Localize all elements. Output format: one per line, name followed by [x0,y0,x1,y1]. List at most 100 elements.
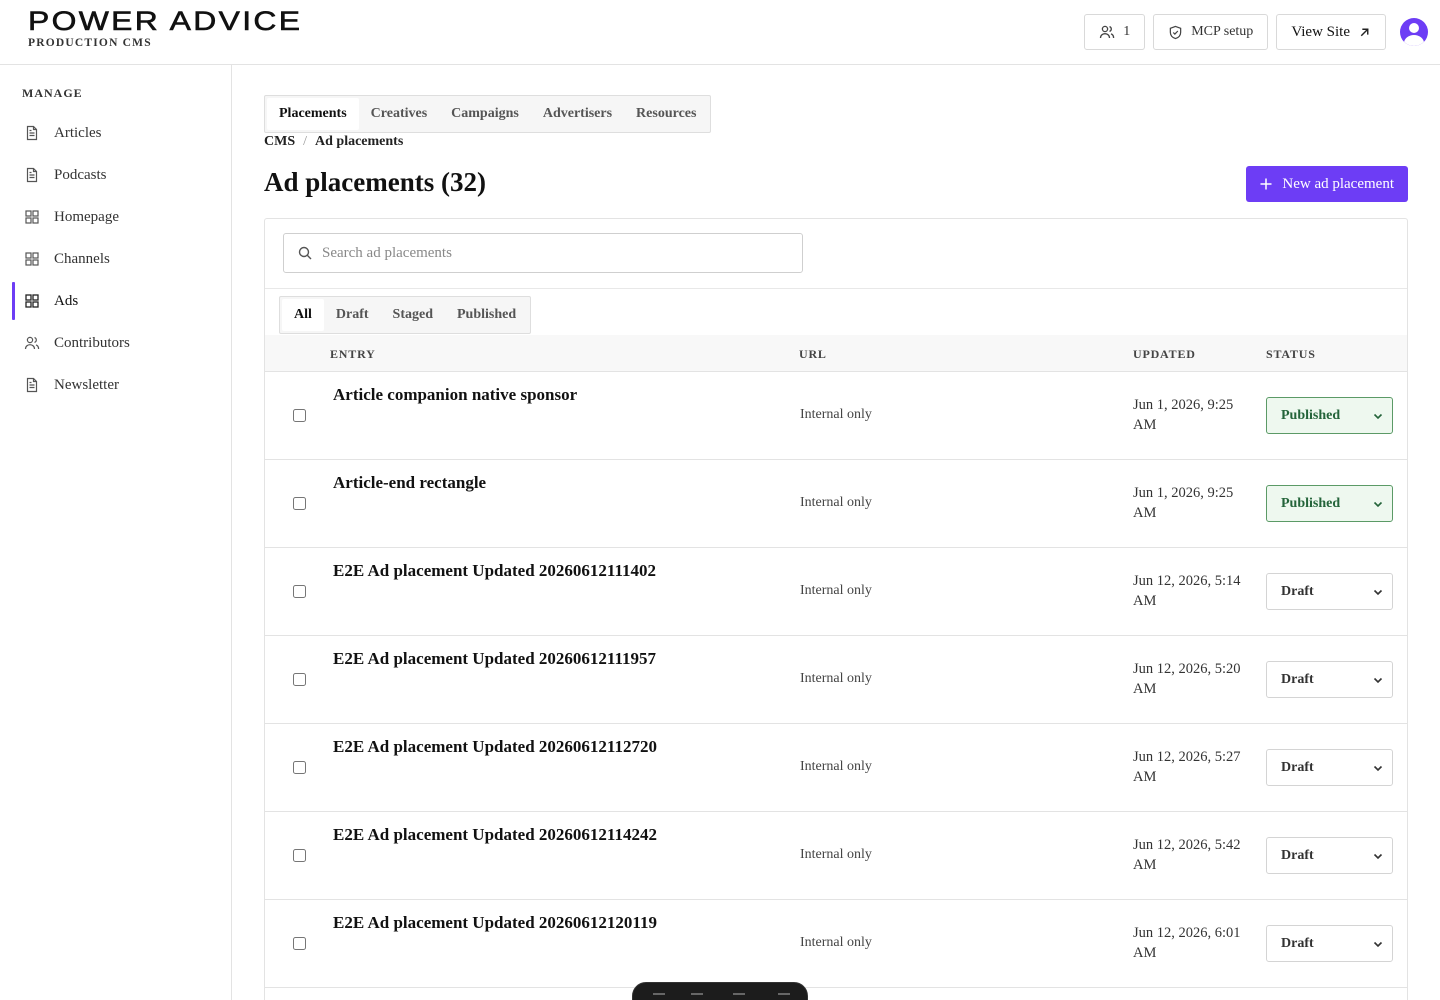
sidebar-heading: MANAGE [22,86,83,100]
table-row[interactable]: Article companion native sponsor Interna… [265,372,1407,460]
tab-resources[interactable]: Resources [624,98,708,130]
placements-panel: All Draft Staged Published ENTRY URL UPD… [264,218,1408,1000]
table-row[interactable]: E2E Ad placement Updated 20260612111402 … [265,548,1407,636]
avatar[interactable] [1400,18,1428,46]
sidebar-item-label: Homepage [54,208,119,225]
entry-url: Internal only [800,407,872,422]
tab-creatives[interactable]: Creatives [359,98,440,130]
status-value: Published [1281,495,1341,511]
breadcrumb: CMS / Ad placements [264,134,403,150]
entry-updated: Jun 12, 2026, 5:20 AM [1133,661,1241,697]
sidebar-item-channels[interactable]: Channels [12,238,220,280]
status-value: Draft [1281,935,1314,951]
entry-title[interactable]: Article-end rectangle [333,473,486,493]
search-input[interactable] [322,244,762,262]
entry-updated: Jun 12, 2026, 5:27 AM [1133,749,1241,785]
row-checkbox[interactable] [293,937,306,950]
status-select[interactable]: Draft [1266,661,1393,698]
sidebar-item-articles[interactable]: Articles [12,112,220,154]
tab-placements[interactable]: Placements [267,98,359,130]
status-select[interactable]: Draft [1266,925,1393,962]
status-select[interactable]: Draft [1266,837,1393,874]
column-header-status[interactable]: STATUS [1266,347,1316,362]
row-checkbox[interactable] [293,673,306,686]
logo-text: POWER ADVICE [28,6,303,36]
entry-updated: Jun 12, 2026, 6:01 AM [1133,925,1241,961]
row-checkbox[interactable] [293,497,306,510]
column-header-entry[interactable]: ENTRY [330,347,376,362]
breadcrumb-separator: / [303,134,308,149]
entry-title[interactable]: Article companion native sponsor [333,385,577,405]
column-header-url[interactable]: URL [799,347,827,362]
sidebar-item-label: Podcasts [54,166,107,183]
new-ad-placement-button[interactable]: New ad placement [1246,166,1408,202]
chevron-down-icon [1373,413,1383,420]
status-select[interactable]: Draft [1266,749,1393,786]
filter-staged[interactable]: Staged [381,299,445,331]
logo[interactable]: POWER ADVICE PRODUCTION CMS [28,7,301,49]
entry-title[interactable]: E2E Ad placement Updated 20260612114242 [333,825,657,845]
table-body: Article companion native sponsor Interna… [265,372,1407,988]
view-site-button[interactable]: View Site [1276,14,1386,50]
row-checkbox[interactable] [293,585,306,598]
chevron-down-icon [1373,501,1383,508]
row-checkbox[interactable] [293,761,306,774]
sidebar-item-contributors[interactable]: Contributors [12,322,220,364]
search-field[interactable] [283,233,803,273]
toolbar-tool[interactable] [778,993,790,1000]
column-header-updated[interactable]: UPDATED [1133,347,1196,362]
filter-all[interactable]: All [282,299,324,331]
grid-icon [25,294,39,308]
filter-published[interactable]: Published [445,299,528,331]
table-row[interactable]: E2E Ad placement Updated 20260612111957 … [265,636,1407,724]
document-icon [26,167,38,183]
row-checkbox[interactable] [293,409,306,422]
entry-url: Internal only [800,759,872,774]
page-title: Ad placements (32) [264,167,486,197]
breadcrumb-cms[interactable]: CMS [264,134,295,150]
status-select[interactable]: Published [1266,397,1393,434]
mcp-setup-button[interactable]: MCP setup [1153,14,1269,50]
entry-title[interactable]: E2E Ad placement Updated 20260612120119 [333,913,657,933]
entry-title[interactable]: E2E Ad placement Updated 20260612112720 [333,737,657,757]
sidebar-item-homepage[interactable]: Homepage [12,196,220,238]
floating-toolbar[interactable] [632,982,808,1000]
sidebar-item-podcasts[interactable]: Podcasts [12,154,220,196]
sidebar-item-ads[interactable]: Ads [12,280,220,322]
table-row[interactable]: Article-end rectangle Internal only Jun … [265,460,1407,548]
toolbar-tool[interactable] [733,993,745,1000]
toolbar-tool[interactable] [653,993,665,1000]
document-icon [26,125,38,141]
status-value: Draft [1281,759,1314,775]
chevron-down-icon [1373,677,1383,684]
table-row[interactable]: E2E Ad placement Updated 20260612120119 … [265,900,1407,988]
chevron-down-icon [1373,853,1383,860]
toolbar-tool[interactable] [691,993,703,1000]
top-actions: 1 MCP setup View Site [1084,14,1428,50]
entry-title[interactable]: E2E Ad placement Updated 20260612111402 [333,561,656,581]
table-header: ENTRY URL UPDATED STATUS [265,335,1407,372]
table-row[interactable]: E2E Ad placement Updated 20260612112720 … [265,724,1407,812]
chevron-down-icon [1373,765,1383,772]
divider [265,288,1407,289]
entry-url: Internal only [800,935,872,950]
filter-draft[interactable]: Draft [324,299,381,331]
sidebar-item-newsletter[interactable]: Newsletter [12,364,220,406]
sidebar: MANAGE Articles Podcasts Homepage Channe… [0,65,232,1000]
status-select[interactable]: Published [1266,485,1393,522]
entry-title[interactable]: E2E Ad placement Updated 20260612111957 [333,649,656,669]
table-row[interactable]: E2E Ad placement Updated 20260612114242 … [265,812,1407,900]
sidebar-item-label: Contributors [54,334,130,351]
view-site-label: View Site [1291,23,1350,40]
status-value: Draft [1281,847,1314,863]
entry-updated: Jun 12, 2026, 5:42 AM [1133,837,1241,873]
document-icon [26,377,38,393]
row-checkbox[interactable] [293,849,306,862]
tab-advertisers[interactable]: Advertisers [531,98,624,130]
mcp-setup-label: MCP setup [1191,24,1254,39]
plus-icon [1260,178,1272,190]
status-select[interactable]: Draft [1266,573,1393,610]
sidebar-item-label: Articles [54,124,102,141]
active-users-button[interactable]: 1 [1084,14,1146,50]
tab-campaigns[interactable]: Campaigns [439,98,531,130]
